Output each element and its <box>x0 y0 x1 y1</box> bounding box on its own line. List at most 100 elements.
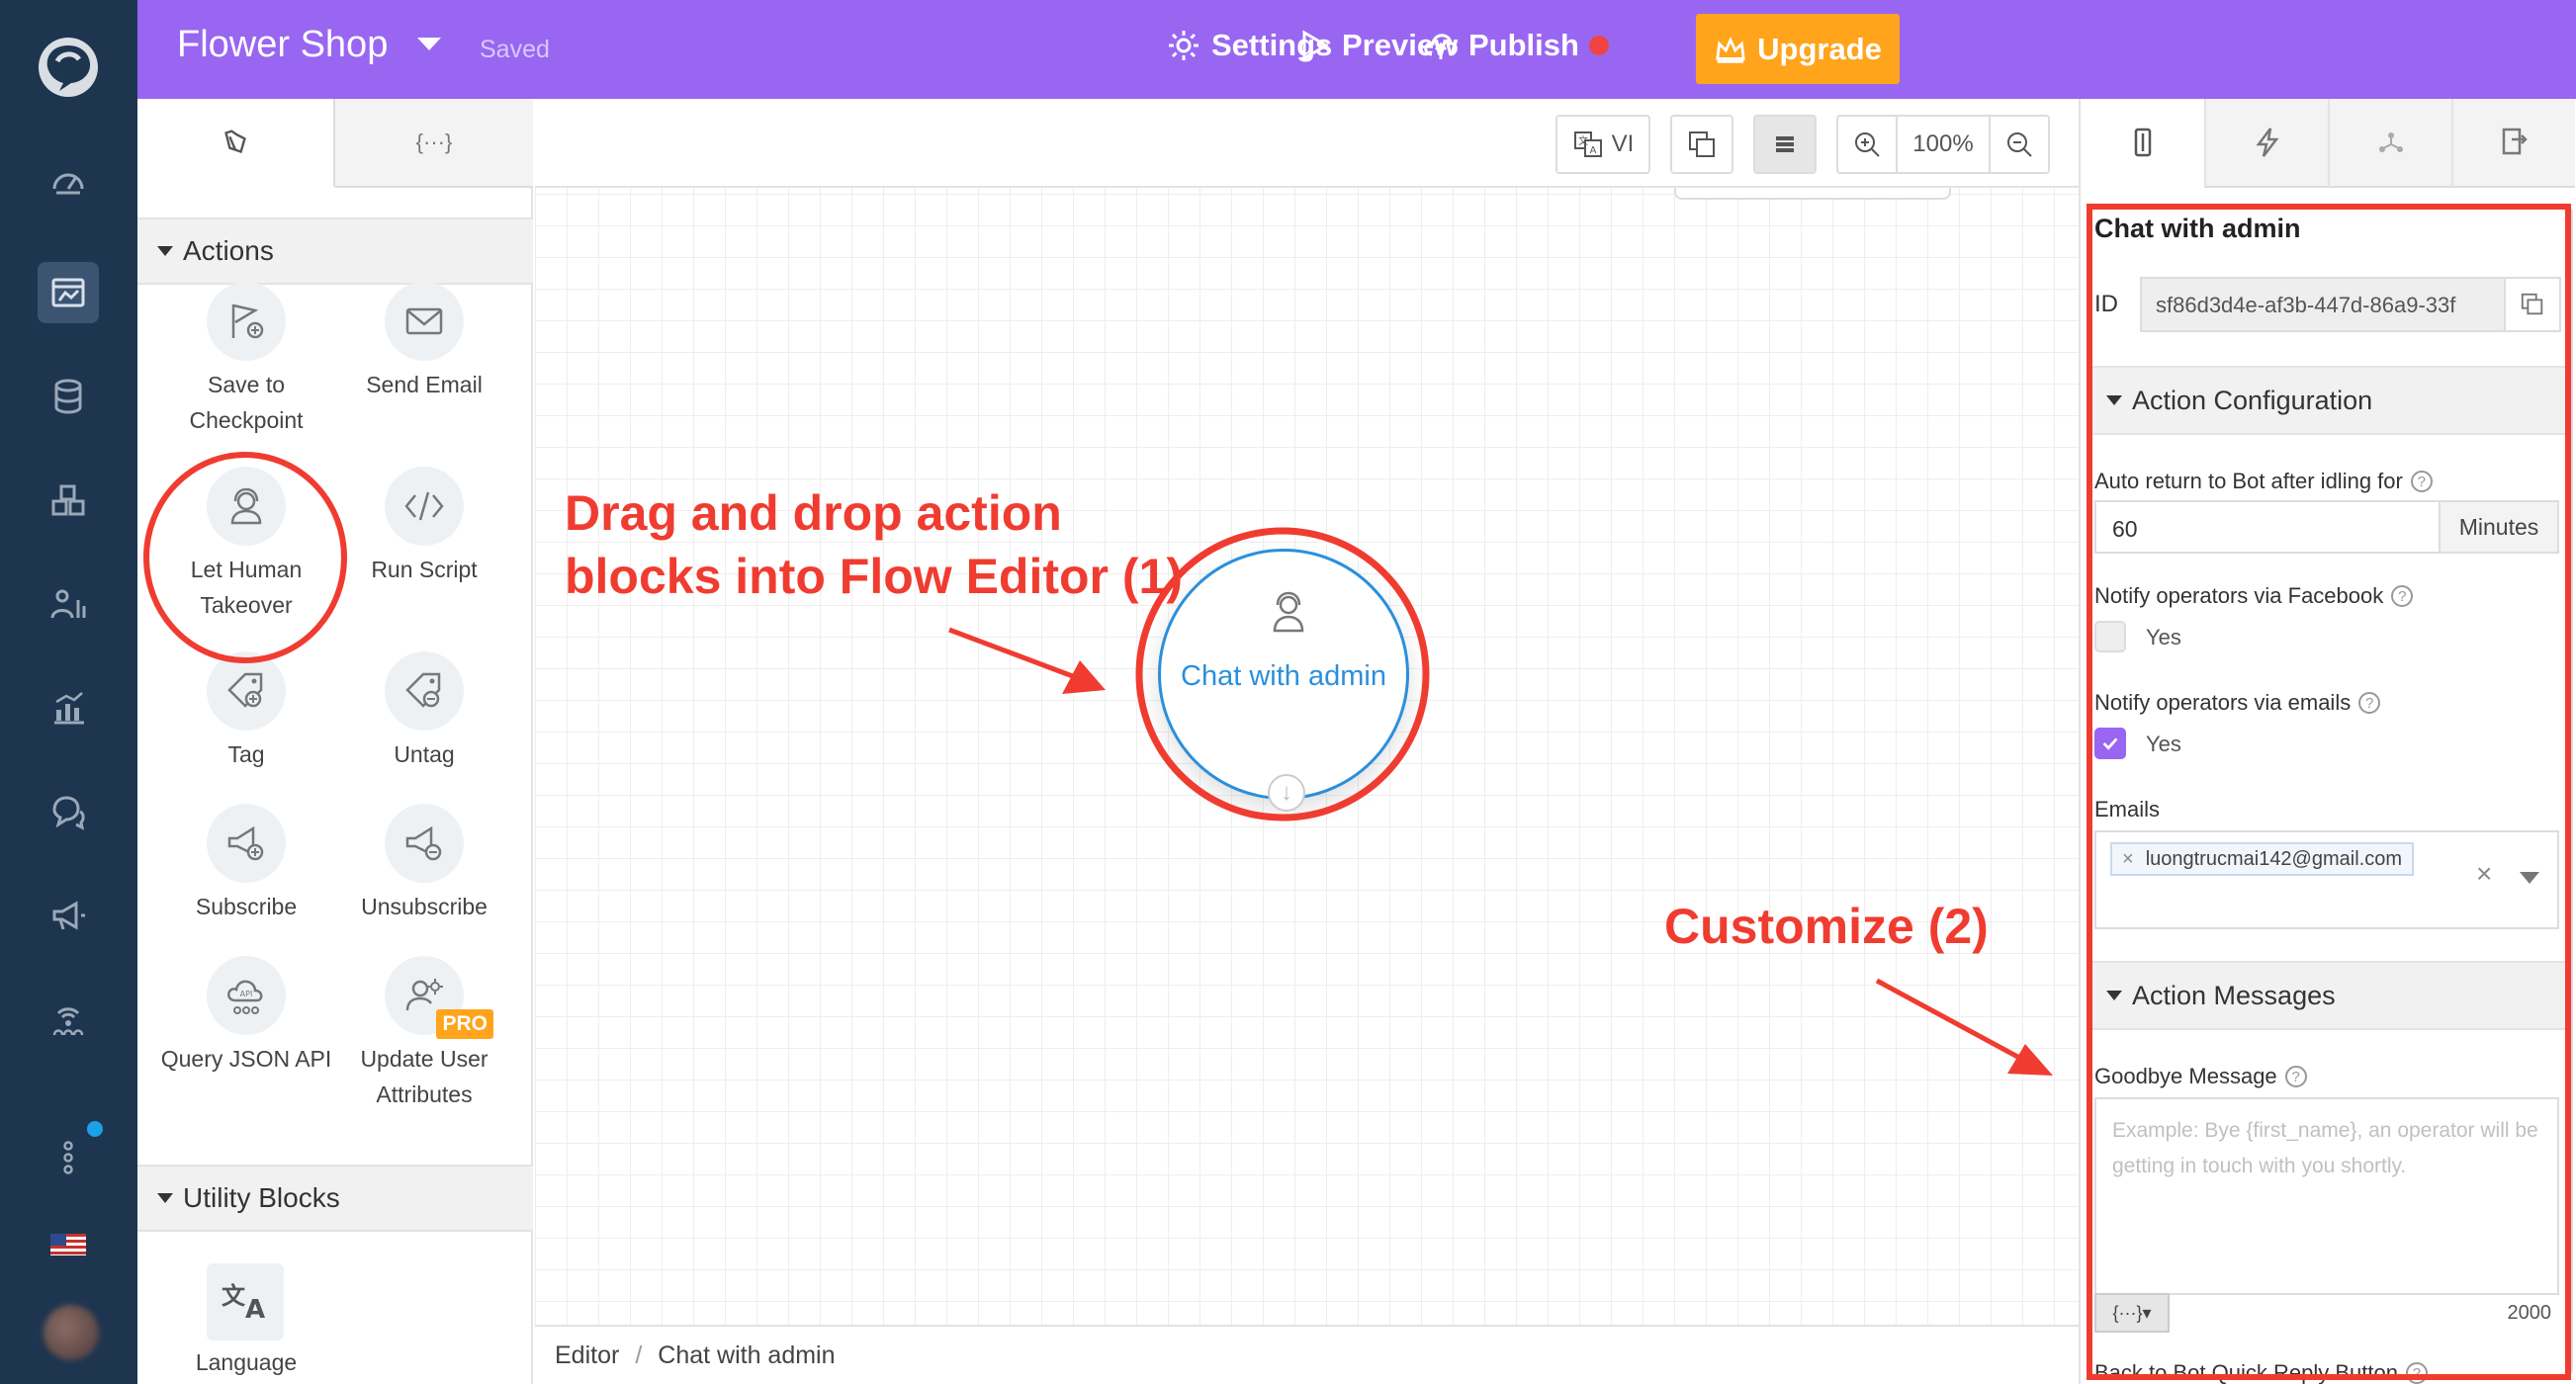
translate-icon: 文A <box>222 1278 269 1326</box>
action-save-to-checkpoint[interactable]: Save to Checkpoint <box>157 282 335 438</box>
actions-section-title: Actions <box>183 235 274 266</box>
flow-editor-canvas[interactable]: 文A VI 100% Chat with admin ↓ Drag and dr… <box>535 99 2079 1384</box>
action-send-email[interactable]: Send Email <box>335 282 513 402</box>
analytics-icon[interactable] <box>38 677 99 738</box>
growth-tools-icon[interactable] <box>38 989 99 1050</box>
breadcrumb-root[interactable]: Editor <box>555 1341 619 1370</box>
cloud-upload-icon <box>1424 34 1458 59</box>
annotation-step-1-line-2: blocks into Flow Editor (1) <box>565 549 1183 604</box>
user-avatar[interactable] <box>44 1305 99 1360</box>
megaphone-minus-icon <box>405 825 442 861</box>
tab-triggers[interactable] <box>2204 99 2328 188</box>
gear-icon <box>1169 31 1199 60</box>
actions-section-header[interactable]: Actions <box>137 217 533 285</box>
emails-chevron-down-icon[interactable] <box>2520 872 2539 884</box>
properties-scrollbar[interactable] <box>2565 208 2573 1374</box>
annotation-step-2: Customize (2) <box>1664 899 1989 954</box>
language-switch-button[interactable]: 文A VI <box>1555 115 1650 174</box>
tag-minus-icon <box>405 672 441 708</box>
action-messages-header[interactable]: Action Messages <box>2092 961 2565 1030</box>
action-label: Run Script <box>371 557 478 582</box>
blocks-panel-tabs: {···} <box>137 99 533 188</box>
clear-all-close-icon[interactable]: × <box>2476 858 2492 890</box>
notify-email-label-text: Notify operators via emails <box>2094 690 2352 715</box>
breadcrumb: Editor / Chat with admin <box>535 1325 2079 1384</box>
duplicate-button[interactable] <box>1670 115 1733 174</box>
more-options-icon[interactable] <box>38 1127 99 1188</box>
tab-connections[interactable] <box>2328 99 2451 188</box>
zoom-in-icon <box>1855 132 1880 157</box>
action-subscribe[interactable]: Subscribe <box>157 804 335 924</box>
help-icon[interactable]: ? <box>2405 1362 2428 1384</box>
help-icon[interactable]: ? <box>2410 471 2433 492</box>
layers-button[interactable] <box>1753 115 1817 174</box>
broadcast-icon[interactable] <box>38 885 99 946</box>
help-icon[interactable]: ? <box>2358 692 2381 714</box>
insert-variable-button[interactable]: {···}▾ <box>2094 1293 2170 1333</box>
utility-section-header[interactable]: Utility Blocks <box>137 1165 533 1232</box>
emails-multiselect[interactable]: × luongtrucmai142@gmail.com × <box>2094 830 2559 929</box>
bot-switch-chevron-down-icon[interactable] <box>417 38 441 50</box>
action-update-user-attributes[interactable]: PRO Update User Attributes <box>335 956 513 1112</box>
dashboard-icon[interactable] <box>38 148 99 210</box>
app-logo-icon[interactable] <box>34 32 103 101</box>
email-tag: × luongtrucmai142@gmail.com <box>2110 842 2414 876</box>
node-output-port-arrow-down-icon[interactable]: ↓ <box>1268 774 1305 812</box>
action-label: Unsubscribe <box>361 894 488 919</box>
checkmark-icon <box>2102 737 2118 750</box>
collapse-triangle-icon <box>157 1193 173 1203</box>
auto-return-label: Auto return to Bot after idling for ? <box>2094 469 2433 494</box>
action-run-script[interactable]: Run Script <box>335 467 513 587</box>
envelope-icon <box>405 307 443 335</box>
notify-email-option[interactable]: Yes <box>2146 732 2181 757</box>
database-icon[interactable] <box>38 366 99 427</box>
lightning-icon <box>2256 128 2279 157</box>
properties-panel: Chat with admin ID sf86d3d4e-af3b-447d-8… <box>2079 99 2576 1384</box>
action-untag[interactable]: Untag <box>335 651 513 772</box>
us-flag-icon[interactable] <box>38 1214 99 1275</box>
notify-email-checkbox[interactable] <box>2094 728 2126 759</box>
action-configuration-header[interactable]: Action Configuration <box>2092 366 2565 435</box>
tab-variables[interactable]: {···} <box>335 99 533 188</box>
help-icon[interactable]: ? <box>2284 1066 2307 1087</box>
blocks-abc-icon[interactable] <box>38 470 99 531</box>
tab-blocks[interactable] <box>137 99 335 188</box>
goodbye-message-footer: {···}▾ 2000 <box>2094 1293 2559 1333</box>
notify-email-label: Notify operators via emails ? <box>2094 690 2381 716</box>
tab-properties[interactable] <box>2081 99 2204 188</box>
tab-export[interactable] <box>2451 99 2575 188</box>
bot-name[interactable]: Flower Shop <box>177 24 388 66</box>
notify-facebook-option[interactable]: Yes <box>2146 625 2181 650</box>
action-query-json-api[interactable]: API Query JSON API <box>157 956 335 1077</box>
headset-user-icon <box>1273 591 1304 633</box>
block-id-field[interactable]: sf86d3d4e-af3b-447d-86a9-33f <box>2140 277 2506 332</box>
blocks-icon <box>224 130 246 153</box>
live-chat-icon[interactable] <box>38 781 99 842</box>
zoom-out-button[interactable] <box>1988 117 2048 172</box>
zoom-in-button[interactable] <box>1838 117 1898 172</box>
goodbye-message-label-text: Goodbye Message <box>2094 1064 2277 1088</box>
copy-icon <box>1689 131 1715 157</box>
nodes-icon <box>2378 132 2403 152</box>
chat-with-admin-node[interactable]: Chat with admin ↓ <box>1158 549 1409 812</box>
action-let-human-takeover[interactable]: Let Human Takeover <box>157 467 335 623</box>
action-unsubscribe[interactable]: Unsubscribe <box>335 804 513 924</box>
goodbye-message-textarea[interactable]: Example: Bye {first_name}, an operator w… <box>2094 1097 2559 1295</box>
toolbar-dropdown-edge <box>1674 188 1951 200</box>
flow-builder-icon[interactable] <box>38 262 99 323</box>
help-icon[interactable]: ? <box>2391 585 2414 607</box>
publish-button[interactable]: Publish <box>1423 28 1609 63</box>
collapse-triangle-icon <box>2106 991 2122 1000</box>
action-language[interactable]: 文A <box>207 1263 284 1341</box>
upgrade-button[interactable]: Upgrade <box>1696 14 1900 84</box>
play-icon <box>1302 30 1329 61</box>
remove-tag-close-icon[interactable]: × <box>2122 848 2134 871</box>
copy-id-button[interactable] <box>2504 277 2561 332</box>
action-tag[interactable]: Tag <box>157 651 335 772</box>
auto-return-input[interactable]: 60 <box>2094 500 2441 554</box>
notify-facebook-checkbox[interactable] <box>2094 621 2126 652</box>
code-icon <box>404 491 444 521</box>
goodbye-message-label: Goodbye Message ? <box>2094 1064 2307 1089</box>
audience-chart-icon[interactable] <box>38 573 99 635</box>
action-messages-title: Action Messages <box>2132 980 2336 1010</box>
